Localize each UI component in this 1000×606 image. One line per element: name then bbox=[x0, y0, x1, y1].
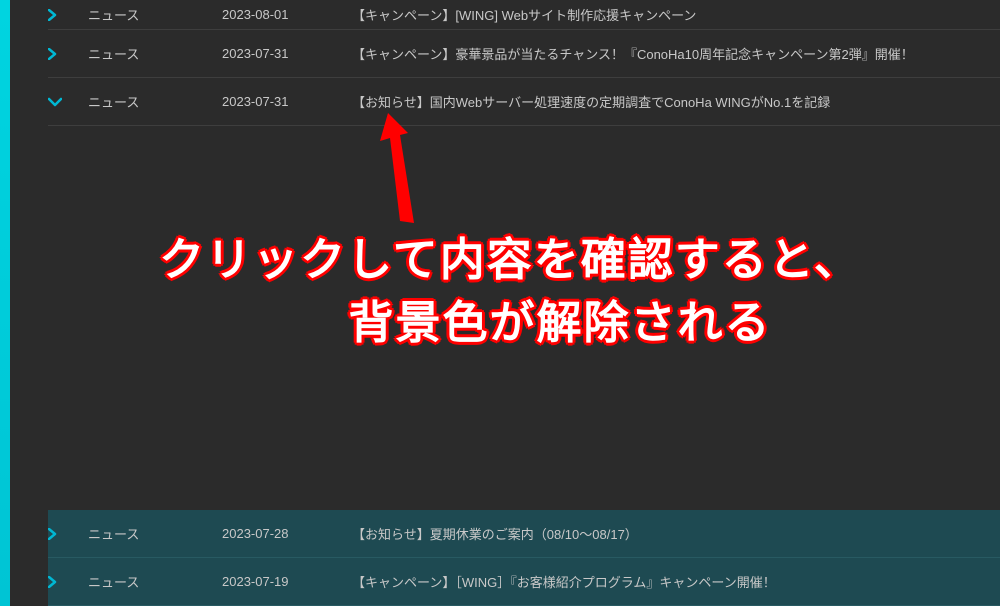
news-row[interactable]: ニュース 2023-07-31 【キャンペーン】豪華景品が当たるチャンス！『Co… bbox=[48, 30, 1000, 78]
chevron-right-icon bbox=[48, 48, 72, 60]
news-category: ニュース bbox=[72, 92, 222, 111]
news-category: ニュース bbox=[72, 524, 222, 543]
annotation-text: クリックして内容を確認すると、 背景色が解除される bbox=[40, 228, 980, 354]
news-title: 【キャンペーン】［WING］『お客様紹介プログラム』キャンペーン開催！ bbox=[352, 572, 1000, 591]
news-category: ニュース bbox=[72, 5, 222, 24]
chevron-right-icon bbox=[48, 9, 72, 21]
news-category: ニュース bbox=[72, 44, 222, 63]
news-title: 【キャンペーン】豪華景品が当たるチャンス！『ConoHa10周年記念キャンペーン… bbox=[352, 44, 1000, 63]
annotation-line1: クリックして内容を確認すると、 bbox=[40, 228, 980, 291]
news-date: 2023-07-28 bbox=[222, 526, 352, 541]
chevron-down-icon bbox=[48, 97, 72, 107]
news-list-bottom: ニュース 2023-07-28 【お知らせ】夏期休業のご案内（08/10～08/… bbox=[10, 510, 1000, 606]
news-list-top: ニュース 2023-08-01 【キャンペーン】[WING] Webサイト制作応… bbox=[10, 0, 1000, 126]
news-title: 【お知らせ】夏期休業のご案内（08/10～08/17） bbox=[352, 524, 1000, 543]
annotation-line2: 背景色が解除される bbox=[40, 291, 980, 354]
news-title: 【キャンペーン】[WING] Webサイト制作応援キャンペーン bbox=[352, 5, 1000, 24]
news-date: 2023-08-01 bbox=[222, 7, 352, 22]
news-date: 2023-07-31 bbox=[222, 94, 352, 109]
news-row[interactable]: ニュース 2023-08-01 【キャンペーン】[WING] Webサイト制作応… bbox=[48, 0, 1000, 30]
chevron-right-icon bbox=[48, 528, 72, 540]
news-date: 2023-07-19 bbox=[222, 574, 352, 589]
chevron-right-icon bbox=[48, 576, 72, 588]
news-row[interactable]: ニュース 2023-07-31 【お知らせ】国内Webサーバー処理速度の定期調査… bbox=[48, 78, 1000, 126]
news-row[interactable]: ニュース 2023-07-19 【キャンペーン】［WING］『お客様紹介プログラ… bbox=[48, 558, 1000, 606]
news-category: ニュース bbox=[72, 572, 222, 591]
news-row[interactable]: ニュース 2023-07-28 【お知らせ】夏期休業のご案内（08/10～08/… bbox=[48, 510, 1000, 558]
left-accent-bar bbox=[0, 0, 10, 606]
news-date: 2023-07-31 bbox=[222, 46, 352, 61]
news-title: 【お知らせ】国内Webサーバー処理速度の定期調査でConoHa WINGがNo.… bbox=[352, 92, 1000, 111]
